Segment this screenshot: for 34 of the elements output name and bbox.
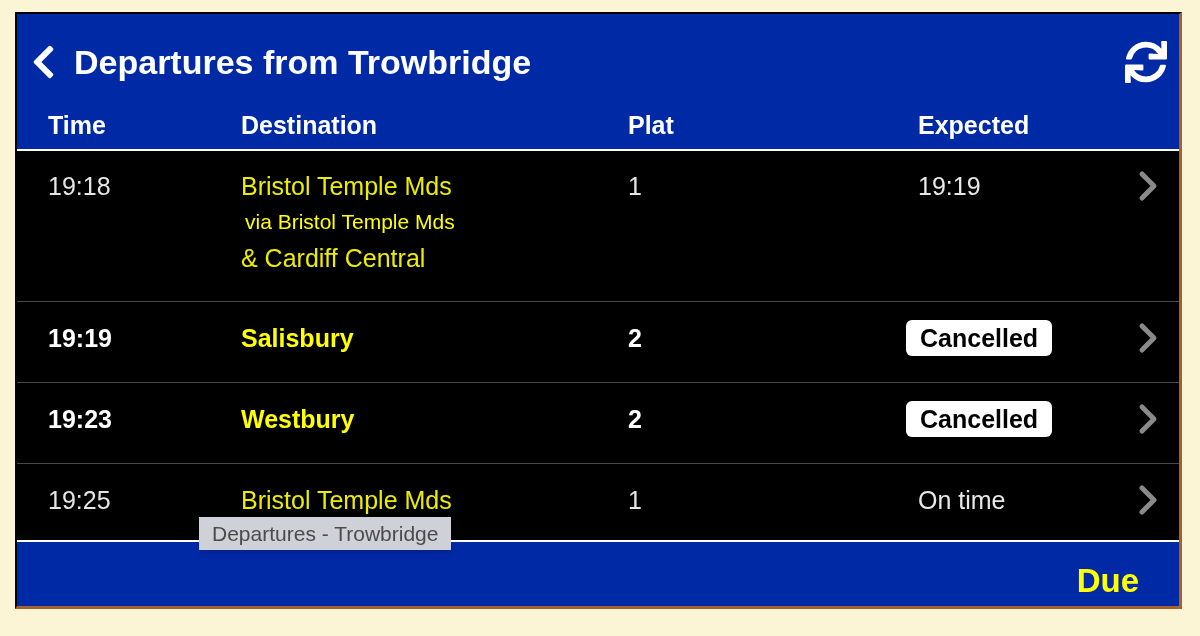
platform-cell: 2 — [628, 405, 642, 433]
chevron-right-icon — [1137, 170, 1159, 202]
time-cell: 19:25 — [48, 486, 111, 514]
status-badge: Cancelled — [906, 401, 1053, 437]
column-header: Expected — [918, 111, 1030, 139]
refresh-icon — [1125, 41, 1167, 83]
column-header: Plat — [628, 111, 674, 139]
due-label: Due — [1076, 562, 1139, 600]
destination-text: Salisbury — [241, 323, 354, 354]
expected-time: 19:19 — [918, 171, 981, 202]
tooltip: Departures - Trowbridge — [199, 517, 452, 550]
time-cell: 19:18 — [48, 172, 111, 200]
departure-row[interactable]: 19:19 Salisbury 2 Cancelled — [17, 302, 1179, 383]
departure-row[interactable]: 19:23 Westbury 2 Cancelled — [17, 383, 1179, 464]
chevron-right-icon — [1137, 322, 1159, 354]
destination-text: Westbury — [241, 404, 355, 435]
destination-text: Bristol Temple Mds — [241, 171, 452, 202]
chevron-right-icon — [1137, 484, 1159, 516]
chevron-right-icon — [1137, 403, 1159, 435]
time-cell: 19:23 — [48, 405, 112, 433]
column-header: Destination — [241, 111, 378, 139]
page-title: Departures from Trowbridge — [74, 42, 532, 82]
time-cell: 19:19 — [48, 324, 112, 352]
platform-cell: 2 — [628, 324, 642, 352]
status-badge: Cancelled — [906, 320, 1053, 356]
via-text: via Bristol Temple Mds — [244, 209, 455, 235]
platform-cell: 1 — [628, 172, 642, 200]
departure-row[interactable]: 19:18 Bristol Temple Mds via Bristol Temple Mds & Cardiff Central 1 19:19 — [17, 151, 1179, 302]
column-header: Time — [48, 111, 106, 139]
destination-text: & Cardiff Central — [241, 243, 426, 274]
refresh-button[interactable] — [1125, 41, 1167, 83]
platform-cell: 1 — [628, 486, 642, 514]
destination-text: Bristol Temple Mds — [241, 485, 452, 516]
expected-time: On time — [918, 485, 1006, 516]
